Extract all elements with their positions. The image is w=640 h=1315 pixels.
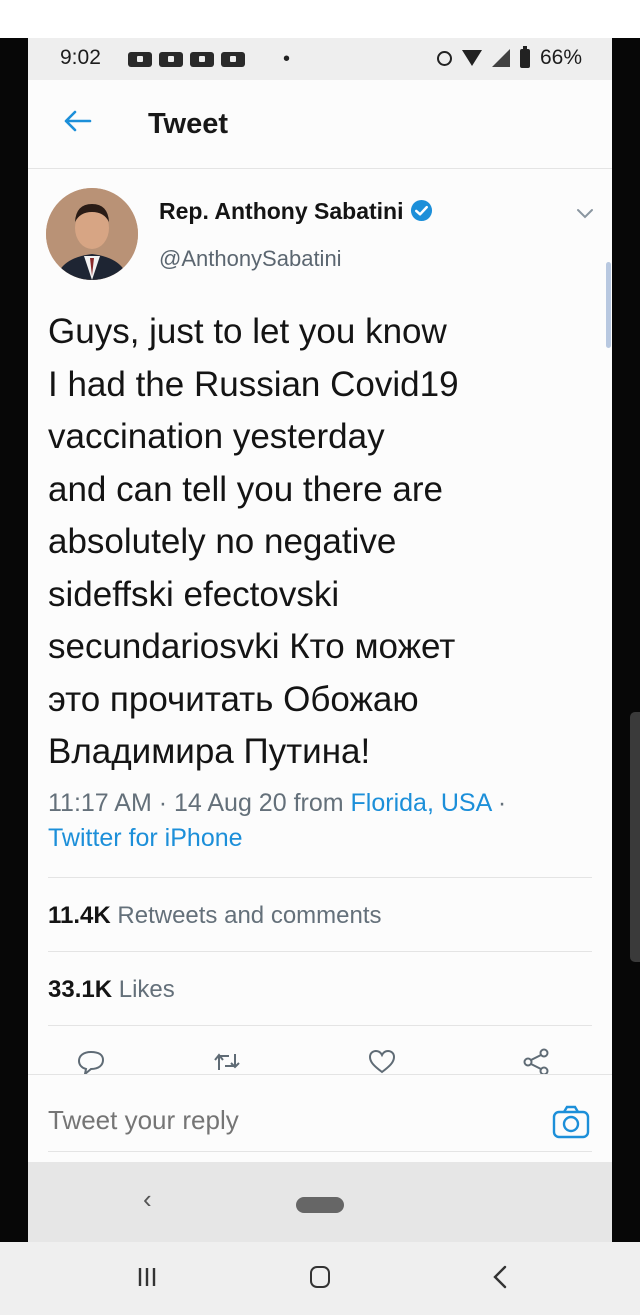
phone-bezel-right: [612, 38, 640, 1242]
wifi-icon: [461, 50, 482, 66]
author-name[interactable]: Rep. Anthony Sabatini: [159, 198, 433, 225]
more-notifications-dot-icon: •: [283, 48, 291, 70]
notification-icons: [128, 52, 245, 67]
page-title: Tweet: [148, 108, 229, 140]
tweet-location-link[interactable]: Florida, USA: [351, 789, 491, 817]
share-icon[interactable]: [520, 1048, 552, 1074]
from-label: from: [293, 789, 344, 817]
likes-label: Likes: [118, 976, 175, 1003]
alarm-icon: [436, 50, 452, 66]
notification-icon: [221, 52, 245, 67]
likes-stat[interactable]: 33.1K Likes: [48, 976, 175, 1004]
reply-bar: [28, 1074, 612, 1163]
tweet-date: 14 Aug 20: [174, 789, 287, 817]
phone-bezel-left: [0, 38, 28, 1242]
tweet-text: Guys, just to let you know I had the Rus…: [48, 312, 459, 771]
navigation-bar: [0, 1242, 640, 1315]
retweet-icon[interactable]: [211, 1048, 243, 1074]
notification-icon: [159, 52, 183, 67]
retweets-count: 11.4K: [48, 902, 111, 929]
like-icon[interactable]: [366, 1048, 398, 1074]
avatar-photo: [46, 188, 138, 280]
chevron-down-icon[interactable]: [576, 208, 594, 220]
battery-percent: 66%: [539, 46, 582, 69]
tweet-time: 11:17 AM: [48, 789, 152, 817]
notification-icon: [128, 52, 152, 67]
back-icon[interactable]: [490, 1264, 510, 1290]
reply-icon[interactable]: [75, 1048, 107, 1074]
home-pill-icon[interactable]: [296, 1197, 344, 1213]
phone-screen: 9:02 • 66% Tweet Rep. Anthony Sabatini @…: [28, 38, 612, 1242]
camera-icon[interactable]: [552, 1105, 590, 1139]
status-right: 66%: [436, 45, 582, 70]
gesture-back-icon[interactable]: ‹: [143, 1184, 152, 1215]
reply-input[interactable]: [48, 1105, 518, 1136]
recents-icon[interactable]: [136, 1265, 158, 1289]
status-bar: 9:02 • 66%: [28, 38, 612, 80]
arrow-left-icon[interactable]: [60, 104, 94, 138]
divider: [48, 951, 592, 952]
tweet-actions: [28, 1044, 612, 1074]
notification-icon: [190, 52, 214, 67]
retweets-label: Retweets and comments: [117, 902, 382, 929]
author-handle[interactable]: @AnthonySabatini: [159, 246, 342, 272]
status-time: 9:02: [60, 46, 101, 69]
home-icon[interactable]: [310, 1266, 330, 1288]
avatar[interactable]: [46, 188, 138, 280]
scrollbar[interactable]: [606, 262, 611, 348]
reply-underline: [48, 1151, 592, 1152]
verified-badge-icon: [410, 199, 432, 222]
tweet-meta: 11:17 AM · 14 Aug 20 from Florida, USA ·…: [48, 789, 507, 852]
photo-background-top: [0, 0, 640, 38]
signal-icon: [491, 49, 510, 67]
retweets-stat[interactable]: 11.4K Retweets and comments: [48, 902, 382, 930]
phone-side-button: [630, 712, 640, 962]
author-name-text: Rep. Anthony Sabatini: [159, 198, 404, 224]
tweet-client-link[interactable]: Twitter for iPhone: [48, 824, 243, 852]
app-header: Tweet: [28, 80, 612, 169]
gesture-bar: ‹: [28, 1162, 612, 1242]
likes-count: 33.1K: [48, 976, 113, 1003]
divider: [48, 1025, 592, 1026]
divider: [48, 877, 592, 878]
battery-icon: [519, 45, 530, 68]
